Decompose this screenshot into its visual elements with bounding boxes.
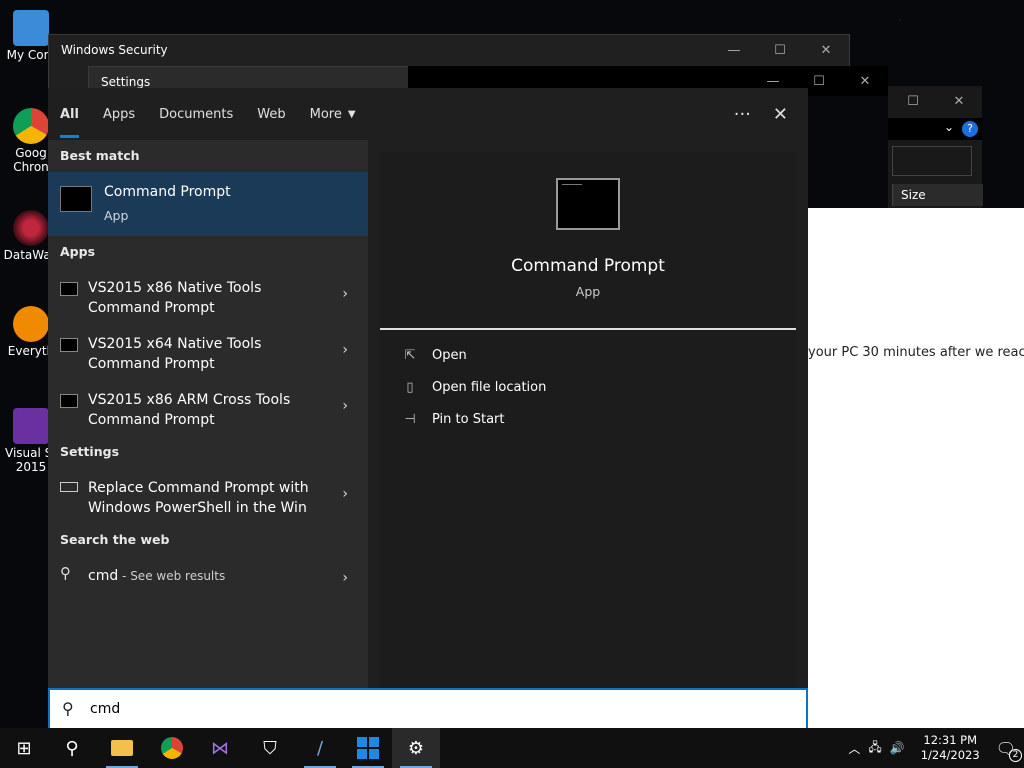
command-prompt-icon — [60, 282, 78, 296]
app-button-feather[interactable]: ∕ — [296, 728, 344, 768]
computer-icon — [13, 10, 49, 46]
pin-icon: ⊣ — [404, 412, 416, 427]
chevron-right-icon[interactable]: › — [342, 342, 348, 358]
open-file-location-action[interactable]: ▯ Open file location — [402, 380, 546, 395]
start-button[interactable]: ⊞ — [0, 728, 48, 768]
results-list: Best match Command Prompt App Apps VS201… — [48, 140, 368, 688]
apps-header: Apps — [60, 244, 96, 259]
preview-title: Command Prompt — [511, 256, 665, 276]
folder-icon — [111, 740, 133, 756]
open-action[interactable]: ⇱ Open — [402, 348, 467, 363]
list-item[interactable]: VS2015 x64 Native Tools Command Prompt › — [48, 330, 368, 382]
visual-studio-button[interactable]: ⋈ — [196, 728, 244, 768]
chrome-button[interactable] — [148, 728, 196, 768]
search-icon: ⚲ — [65, 737, 79, 759]
explorer-search-box[interactable] — [892, 146, 972, 176]
maximize-button[interactable]: ☐ — [757, 43, 803, 58]
size-column-header[interactable]: Size — [892, 184, 983, 206]
preview-pane: Command Prompt App ⇱ Open ▯ Open file loca… — [380, 152, 796, 688]
clock[interactable]: 12:31 PM 1/24/2023 — [913, 733, 988, 763]
maximize-button[interactable]: ☐ — [796, 74, 842, 89]
visual-studio-icon — [13, 408, 49, 444]
close-button[interactable]: ✕ — [936, 94, 982, 109]
close-button[interactable]: ✕ — [803, 43, 849, 58]
search-tabs: All Apps Documents Web More ▼ ··· ✕ — [48, 88, 808, 140]
system-tray: ︿ 🖧 🔊 12:31 PM 1/24/2023 🗨 2 — [848, 728, 1024, 768]
command-prompt-icon — [556, 178, 620, 230]
tab-all[interactable]: All — [48, 88, 91, 140]
chevron-right-icon[interactable]: › — [342, 398, 348, 414]
chrome-icon — [13, 108, 49, 144]
open-icon: ⇱ — [404, 348, 416, 363]
minimize-button[interactable]: — — [711, 43, 757, 58]
visual-studio-icon: ⋈ — [211, 737, 229, 759]
close-search-button[interactable]: ✕ — [773, 104, 788, 125]
search-web-header: Search the web — [60, 532, 170, 547]
everything-icon — [13, 306, 49, 342]
maximize-button[interactable]: ☐ — [890, 94, 936, 109]
best-match-header: Best match — [60, 148, 140, 163]
background-content-pane: your PC 30 minutes after we reach — [808, 208, 1024, 728]
tab-more[interactable]: More ▼ — [298, 88, 368, 140]
feather-icon: ∕ — [316, 737, 324, 759]
best-match-title: Command Prompt — [104, 184, 231, 200]
web-search-item[interactable]: ⚲ cmd - See web results › — [48, 558, 368, 610]
datawagon-icon — [13, 210, 49, 246]
minimize-button[interactable]: — — [750, 74, 796, 89]
search-taskbar-button[interactable]: ⚲ — [48, 728, 96, 768]
settings-taskbar-button[interactable]: ⚙ — [392, 728, 440, 768]
tiles-icon — [357, 737, 379, 759]
gear-icon: ⚙ — [407, 737, 425, 759]
background-text: your PC 30 minutes after we reach — [808, 345, 1024, 360]
list-item[interactable]: VS2015 x86 Native Tools Command Prompt › — [48, 274, 368, 326]
preview-subtitle: App — [575, 284, 601, 299]
tab-apps[interactable]: Apps — [91, 88, 147, 140]
list-item[interactable]: Replace Command Prompt with Windows Power… — [48, 474, 368, 526]
chrome-icon — [161, 737, 183, 759]
volume-icon[interactable]: 🔊 — [890, 741, 905, 755]
notification-center-icon[interactable]: 🗨 2 — [996, 739, 1022, 762]
search-icon: ⚲ — [60, 564, 71, 582]
list-item[interactable]: VS2015 x86 ARM Cross Tools Command Prompt… — [48, 386, 368, 438]
best-match-subtitle: App — [104, 208, 129, 223]
network-icon[interactable]: 🖧 — [868, 738, 881, 759]
windows-security-button[interactable]: ⛉ — [246, 728, 294, 768]
shield-icon: ⛉ — [263, 737, 277, 759]
chevron-right-icon[interactable]: › — [342, 486, 348, 502]
chevron-right-icon[interactable]: › — [342, 570, 348, 586]
more-options-button[interactable]: ··· — [734, 104, 751, 125]
help-icon[interactable]: ? — [962, 121, 978, 137]
window-controls: — ☐ ✕ — [711, 35, 849, 65]
file-explorer-button[interactable] — [98, 728, 146, 768]
caret-down-icon: ▼ — [347, 108, 356, 120]
command-prompt-icon — [60, 186, 92, 212]
search-flyout: All Apps Documents Web More ▼ ··· ✕ Best … — [48, 88, 808, 728]
windows-logo-icon: ⊞ — [16, 737, 32, 759]
chevron-right-icon[interactable]: › — [342, 286, 348, 302]
search-input[interactable] — [88, 697, 692, 721]
chevron-up-icon[interactable]: ︿ — [848, 740, 860, 757]
divider — [380, 328, 796, 330]
tab-documents[interactable]: Documents — [147, 88, 245, 140]
best-match-command-prompt[interactable]: Command Prompt App — [48, 172, 368, 236]
command-prompt-icon — [60, 338, 78, 352]
tab-web[interactable]: Web — [245, 88, 297, 140]
app-button-tiles[interactable] — [344, 728, 392, 768]
search-box[interactable]: ⚲ — [48, 688, 808, 730]
chevron-down-icon[interactable]: ⌄ — [944, 120, 954, 134]
settings-header: Settings — [60, 444, 120, 459]
taskbar: ⊞ ⚲ ⋈ ⛉ ∕ ⚙ ︿ 🖧 🔊 12:31 PM 1/24/2023 🗨 2 — [0, 728, 1024, 768]
settings-page-icon — [60, 482, 78, 492]
pin-to-start-action[interactable]: ⊣ Pin to Start — [402, 412, 504, 427]
file-location-icon: ▯ — [406, 380, 414, 395]
search-icon: ⚲ — [62, 699, 74, 718]
explorer-window[interactable]: ☐ ✕ ⌄ ? Size — [888, 86, 983, 216]
close-button[interactable]: ✕ — [842, 74, 888, 89]
command-prompt-icon — [60, 394, 78, 408]
